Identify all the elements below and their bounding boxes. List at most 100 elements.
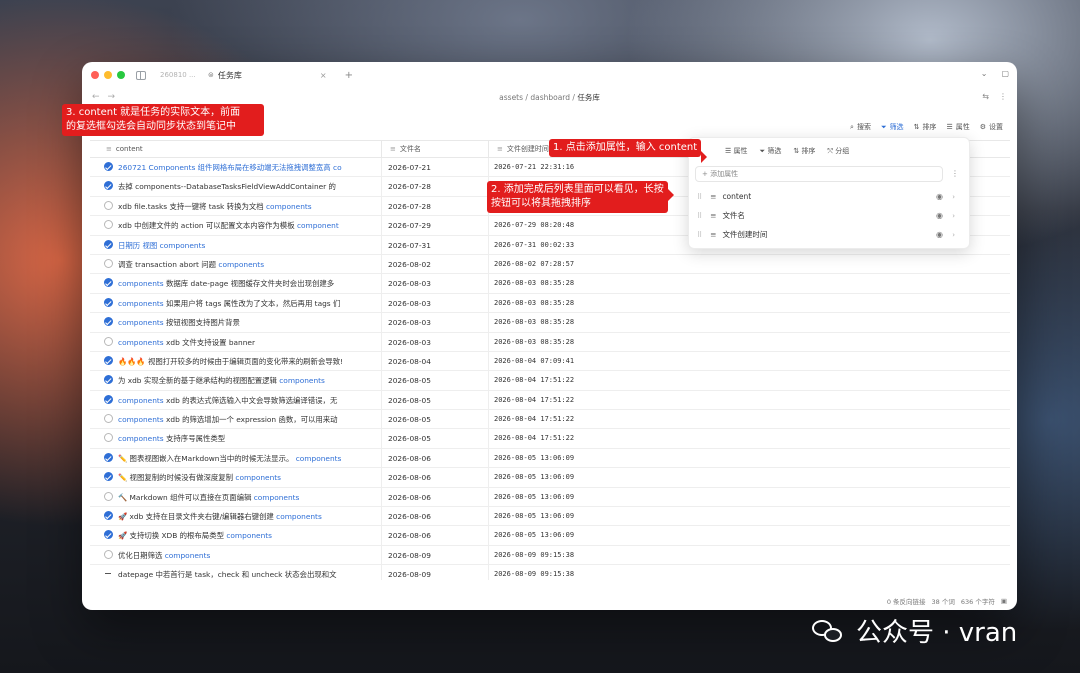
content-cell[interactable]: ✏️ 图表视图嵌入在Markdown当中的时候无法显示。 components <box>90 448 382 468</box>
content-cell[interactable]: 为 xdb 实现全新的基于继承结构的视图配置逻辑 components <box>90 371 382 391</box>
task-checkbox[interactable] <box>104 200 113 210</box>
content-cell[interactable]: 优化日期筛选 components <box>90 545 382 565</box>
settings-button[interactable]: ⚙ 设置 <box>980 122 1003 132</box>
swap-icon[interactable]: ⇆ <box>982 92 989 101</box>
ctime-cell[interactable]: 2026-08-04 07:09:41 <box>489 352 1010 371</box>
popover-tab-sort[interactable]: ⇅ 排序 <box>793 146 815 156</box>
table-row[interactable]: 🚀 支持切换 XDB 的根布局类型 components 2026-08-06 20… <box>90 526 1010 546</box>
content-cell[interactable]: ✏️ 视图复制的时候没有做深度复制 components <box>90 468 382 488</box>
search-button[interactable]: ⌕ 搜索 <box>850 122 871 132</box>
table-row[interactable]: 调查 transaction abort 问题 components 2026-0… <box>90 254 1010 275</box>
task-checkbox[interactable] <box>104 375 113 385</box>
ctime-cell[interactable]: 2026-08-03 08:35:28 <box>489 333 1010 352</box>
table-row[interactable]: components 数据库 date-page 视图缓存文件夹时会出现创建多 2… <box>90 274 1010 294</box>
content-cell[interactable]: 🔨 Markdown 组件可以直接在页面编辑 components <box>90 487 382 507</box>
note-link[interactable]: component <box>297 221 339 230</box>
new-tab-button[interactable]: + <box>345 70 353 81</box>
ctime-cell[interactable]: 2026-08-04 17:51:22 <box>489 371 1010 390</box>
content-cell[interactable]: components xdb 的筛选增加一个 expression 函数，可以用… <box>90 410 382 430</box>
task-checkbox[interactable] <box>104 511 113 521</box>
note-link[interactable]: components <box>118 299 164 308</box>
popover-tab-group[interactable]: ⤲ 分组 <box>827 146 849 156</box>
task-checkbox[interactable] <box>104 355 113 365</box>
ctime-cell[interactable]: 2026-08-05 13:06:09 <box>489 468 1010 487</box>
filter-button[interactable]: ⏷ 筛选 <box>881 122 904 132</box>
note-link[interactable]: components <box>276 512 322 521</box>
sidebar-toggle-icon[interactable] <box>136 70 146 80</box>
ctime-cell[interactable]: 2026-08-04 17:51:22 <box>489 410 1010 429</box>
property-item[interactable]: ⠿ ≡ content ◉ › <box>697 188 963 206</box>
filename-cell[interactable]: 2026-08-03 <box>382 313 489 333</box>
breadcrumb-item[interactable]: dashboard <box>530 93 570 102</box>
filename-cell[interactable]: 2026-08-03 <box>382 293 489 313</box>
tab-active[interactable]: ⊜ 任务库 × <box>208 70 327 81</box>
filename-cell[interactable]: 2026-07-28 <box>382 196 489 216</box>
content-cell[interactable]: components 按钮视图支持图片背景 <box>90 313 382 333</box>
filename-cell[interactable]: 2026-08-03 <box>382 274 489 294</box>
ctime-cell[interactable]: 2026-08-04 17:51:22 <box>489 429 1010 448</box>
add-property-input[interactable]: + 添加属性 <box>695 166 943 182</box>
task-checkbox[interactable] <box>104 162 113 171</box>
ctime-cell[interactable]: 2026-08-05 13:06:09 <box>489 449 1010 468</box>
filename-cell[interactable]: 2026-07-28 <box>382 177 489 197</box>
content-cell[interactable]: datepage 中若首行是 task，check 和 uncheck 状态会出… <box>90 565 382 580</box>
filename-cell[interactable]: 2026-08-05 <box>382 410 489 430</box>
backlinks-count[interactable]: 0 条反向链接 <box>887 596 926 606</box>
drag-handle-icon[interactable]: ⠿ <box>697 212 702 220</box>
table-row[interactable]: ✏️ 视图复制的时候没有做深度复制 components 2026-08-06 20… <box>90 468 1010 488</box>
filename-cell[interactable]: 2026-07-31 <box>382 235 489 255</box>
column-header-content[interactable]: ≡ content <box>90 141 382 158</box>
filename-cell[interactable]: 2026-08-06 <box>382 526 489 546</box>
filename-cell[interactable]: 2026-08-05 <box>382 390 489 410</box>
table-row[interactable]: components 按钮视图支持图片背景 2026-08-03 2026-08-0… <box>90 313 1010 333</box>
note-link[interactable]: components <box>266 202 312 211</box>
table-row[interactable]: ✏️ 图表视图嵌入在Markdown当中的时候无法显示。 components 2… <box>90 448 1010 469</box>
filename-cell[interactable]: 2026-08-06 <box>382 487 489 507</box>
chevron-down-icon[interactable]: ⌄ <box>981 69 988 78</box>
minimize-window-button[interactable] <box>104 71 112 79</box>
filename-cell[interactable]: 2026-08-04 <box>382 351 489 371</box>
task-checkbox[interactable] <box>104 414 113 424</box>
ctime-cell[interactable]: 2026-08-03 08:35:28 <box>489 274 1010 293</box>
table-row[interactable]: datepage 中若首行是 task，check 和 uncheck 状态会出… <box>90 565 1010 580</box>
table-row[interactable]: 🚀 xdb 支持在目录文件夹右键/编辑器右键创建 components 2026-… <box>90 507 1010 527</box>
eye-icon[interactable]: ◉ <box>936 226 943 244</box>
ctime-cell[interactable]: 2026-08-05 13:06:09 <box>489 526 1010 545</box>
filename-cell[interactable]: 2026-08-05 <box>382 371 489 391</box>
task-checkbox[interactable] <box>104 530 113 540</box>
task-checkbox[interactable] <box>104 433 113 443</box>
more-icon[interactable]: ⋮ <box>999 92 1007 101</box>
table-row[interactable]: components xdb 的筛选增加一个 expression 函数，可以用… <box>90 410 1010 430</box>
ctime-cell[interactable]: 2026-08-04 17:51:22 <box>489 391 1010 410</box>
filename-cell[interactable]: 2026-08-06 <box>382 468 489 488</box>
drag-handle-icon[interactable]: ⠿ <box>697 231 702 239</box>
breadcrumb-item[interactable]: assets <box>499 93 523 102</box>
ctime-cell[interactable]: 2026-08-02 07:28:57 <box>489 255 1010 274</box>
ctime-cell[interactable]: 2026-08-09 09:15:38 <box>489 565 1010 580</box>
task-checkbox[interactable] <box>104 472 113 482</box>
content-cell[interactable]: 去掉 components--DatabaseTasksFieldViewAdd… <box>90 177 382 197</box>
task-checkbox[interactable] <box>104 297 113 307</box>
content-cell[interactable]: components 如果用户将 tags 属性改为了文本，然后再用 tags … <box>90 293 382 313</box>
property-item[interactable]: ⠿ ≡ 文件创建时间 ◉ › <box>697 226 963 244</box>
table-row[interactable]: components xdb 文件支持设置 banner 2026-08-03 20… <box>90 332 1010 352</box>
note-link[interactable]: components <box>118 396 164 405</box>
eye-icon[interactable]: ◉ <box>936 188 943 206</box>
task-checkbox[interactable] <box>104 336 113 346</box>
content-cell[interactable]: 🚀 xdb 支持在目录文件夹右键/编辑器右键创建 components <box>90 507 382 527</box>
chevron-right-icon[interactable]: › <box>952 188 955 206</box>
task-checkbox[interactable] <box>104 394 113 404</box>
table-row[interactable]: components xdb 的表达式筛选输入中文会导致筛选编译错误，无 2026… <box>90 390 1010 411</box>
popover-tab-properties[interactable]: ☰ 属性 <box>725 146 748 156</box>
ctime-cell[interactable]: 2026-08-03 08:35:28 <box>489 294 1010 313</box>
task-checkbox[interactable] <box>104 549 113 559</box>
ctime-cell[interactable]: 2026-08-09 09:15:38 <box>489 546 1010 565</box>
column-header-filename[interactable]: ≡ 文件名 <box>382 141 489 158</box>
filename-cell[interactable]: 2026-08-05 <box>382 429 489 449</box>
table-row[interactable]: 优化日期筛选 components 2026-08-09 2026-08-09 09… <box>90 545 1010 566</box>
note-link[interactable]: components <box>235 473 281 482</box>
task-checkbox[interactable] <box>104 491 113 501</box>
filename-cell[interactable]: 2026-08-06 <box>382 507 489 527</box>
tab-inactive[interactable]: 260810 ... <box>160 71 200 79</box>
table-row[interactable]: components 支持序号属性类型 2026-08-05 2026-08-04 … <box>90 429 1010 449</box>
